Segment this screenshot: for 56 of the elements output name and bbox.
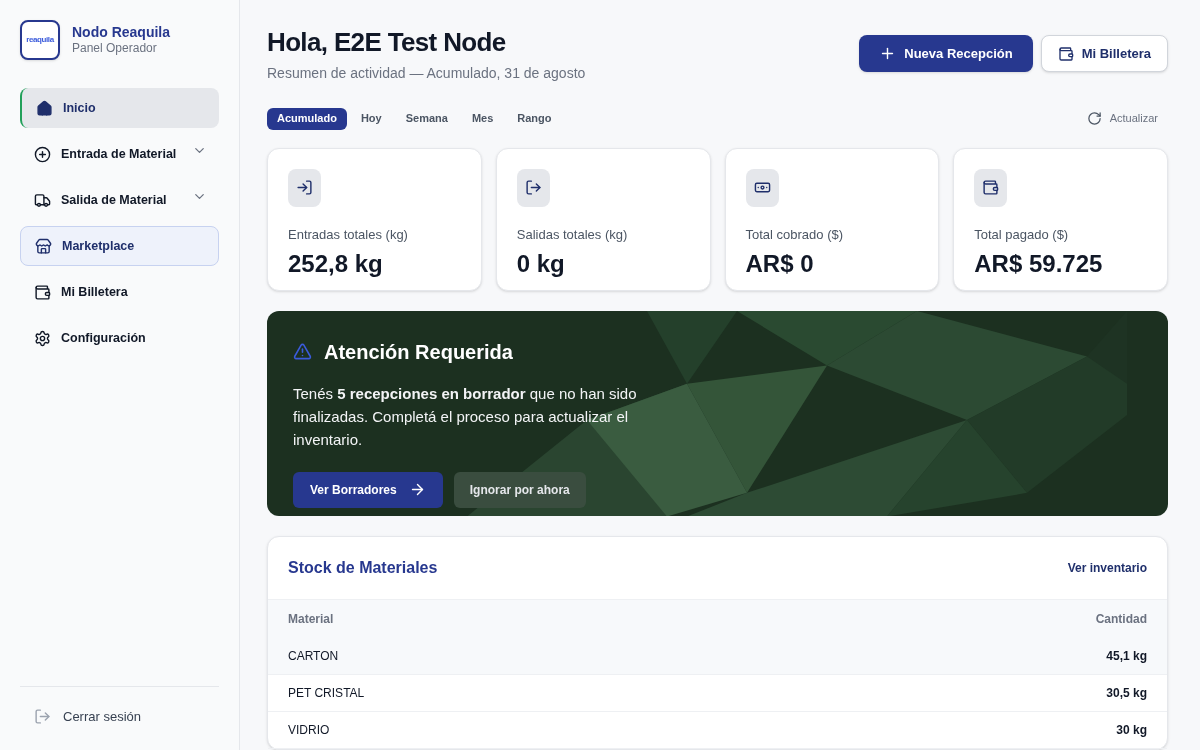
refresh-icon [1086, 111, 1102, 126]
warning-icon [293, 342, 312, 361]
stat-label: Total pagado ($) [974, 225, 1070, 244]
wallet-icon [34, 283, 51, 301]
nav-item[interactable]: Entrada de Material [20, 134, 219, 174]
truck-icon [34, 191, 51, 209]
table-cell-text: VIDRIO [288, 722, 330, 739]
alert-title: Atención Requerida [324, 339, 513, 365]
stock-title: Stock de Materiales [288, 558, 438, 578]
exit-icon [516, 168, 550, 207]
wallet-icon [1057, 45, 1074, 62]
logout-icon [34, 707, 51, 725]
wallet-icon [974, 168, 1008, 207]
nav-item[interactable]: Configuración [20, 318, 219, 358]
column-header: Material [288, 611, 334, 628]
stat-value: 252,8 kg [288, 249, 384, 279]
table-cell-text: 30 kg [1116, 722, 1147, 739]
store-icon [35, 237, 52, 255]
stat-value: AR$ 0 [745, 249, 815, 279]
stat-value: 0 kg [516, 249, 566, 279]
table-cell-text: 45,1 kg [1106, 648, 1147, 665]
stat-value: AR$ 59.725 [974, 249, 1104, 279]
page-subtitle: Resumen de actividad — Acumulado, 31 de agosto [267, 63, 586, 83]
page-title: Hola, E2E Test Node [267, 26, 507, 59]
refresh-button[interactable]: Actualizar [1086, 110, 1168, 127]
table-cell-text: CARTON [288, 648, 339, 665]
period-tab[interactable]: Hoy [350, 107, 392, 130]
view-drafts-button[interactable]: Ver Borradores [293, 471, 443, 508]
new-reception-button[interactable]: Nueva Recepción [859, 35, 1033, 72]
alert-message: Tenés 5 recepciones en borrador que no han sido finalizadas. Completá el proceso para actualizar el inventario. [293, 383, 638, 450]
period-tab[interactable]: Mes [461, 107, 504, 130]
settings-icon [34, 329, 51, 347]
logo-text: reaquila [26, 36, 54, 44]
ignore-button[interactable]: Ignorar por ahora [453, 471, 586, 508]
period-tab[interactable]: Semana [395, 107, 458, 130]
enter-icon [288, 168, 321, 207]
nav-item[interactable]: Marketplace [20, 226, 219, 266]
period-tab[interactable]: Rango [507, 107, 562, 130]
plus-circle-icon [34, 145, 51, 163]
period-tab[interactable]: Acumulado [267, 107, 347, 130]
nav-item[interactable]: Inicio [20, 88, 219, 128]
banknote-icon [745, 168, 779, 207]
stat-label: Total cobrado ($) [745, 225, 845, 244]
column-header: Cantidad [1095, 611, 1147, 628]
stat-label: Entradas totales (kg) [288, 225, 409, 244]
stat-label: Salidas totales (kg) [516, 225, 629, 244]
wallet-button[interactable]: Mi Billetera [1040, 35, 1168, 72]
nav-item[interactable]: Mi Billetera [20, 272, 219, 312]
logout-button[interactable]: Cerrar sesión [20, 706, 219, 726]
home-icon [36, 99, 53, 117]
app-title: Nodo Reaquila [72, 23, 170, 42]
nav-item[interactable]: Salida de Material [20, 180, 219, 220]
table-cell-text: 30,5 kg [1106, 685, 1147, 702]
inventory-link[interactable]: Ver inventario [1067, 559, 1147, 577]
app-subtitle: Panel Operador [72, 41, 158, 57]
table-cell-text: PET CRISTAL [288, 685, 365, 702]
